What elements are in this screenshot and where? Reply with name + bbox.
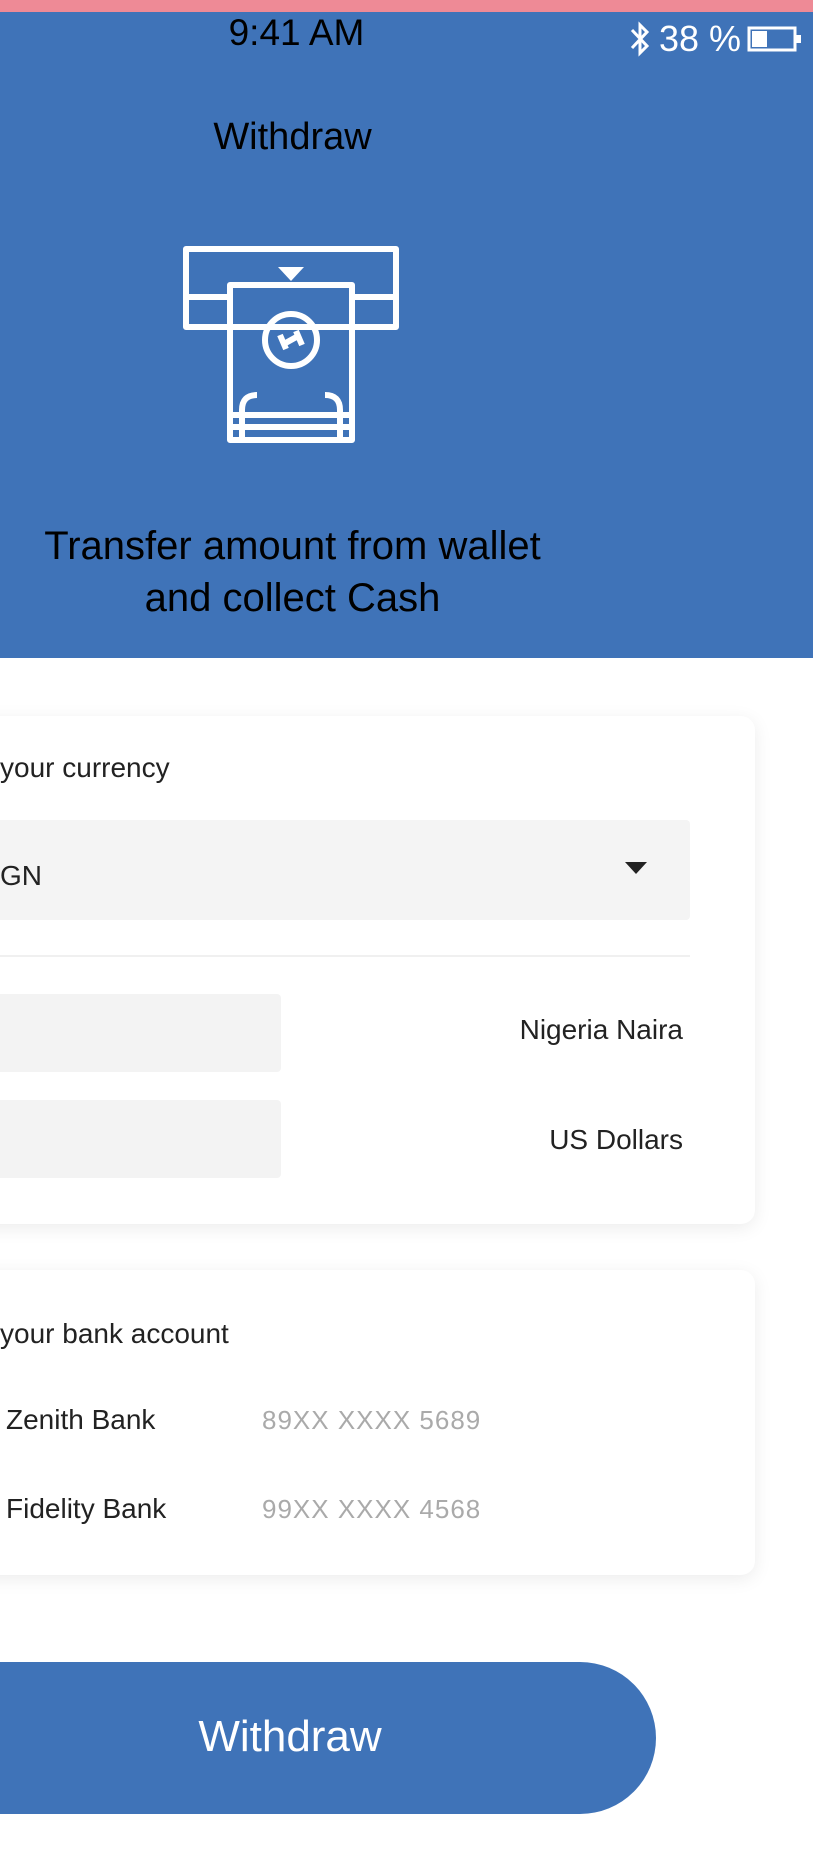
battery-percent: 38 % (658, 18, 741, 59)
dropdown-arrow-icon[interactable] (625, 862, 647, 874)
withdraw-button[interactable]: Withdraw (0, 1662, 656, 1814)
bank-name: Fidelity Bank (6, 1493, 167, 1524)
naira-amount-field[interactable] (0, 994, 281, 1072)
bluetooth-icon (630, 21, 650, 57)
status-indicators: 38 % (627, 18, 803, 60)
battery-icon (747, 26, 801, 52)
subtitle-line-1: Transfer amount from wallet (44, 524, 541, 568)
bank-account-number: 89XX XXXX 5689 (262, 1405, 482, 1435)
currency-select-value: GN (0, 860, 42, 891)
currency-name-usd: US Dollars (549, 1124, 683, 1155)
usd-amount-field[interactable] (0, 1100, 281, 1178)
bank-account-label: your bank account (0, 1318, 229, 1349)
currency-label: your currency (0, 752, 170, 783)
subtitle-line-2: and collect Cash (144, 576, 441, 620)
currency-name-naira: Nigeria Naira (519, 1014, 683, 1045)
top-accent-strip (0, 0, 813, 12)
status-time: 9:41 AM (228, 12, 365, 53)
bank-name: Zenith Bank (6, 1404, 156, 1435)
withdraw-button-label: Withdraw (198, 1712, 382, 1761)
subtitle: Transfer amount from wallet and collect … (0, 520, 585, 624)
atm-cash-icon (183, 246, 399, 443)
currency-select[interactable] (0, 820, 690, 920)
bank-account-number: 99XX XXXX 4568 (262, 1494, 482, 1524)
card-divider (0, 955, 690, 957)
screen-title: Withdraw (213, 116, 372, 158)
